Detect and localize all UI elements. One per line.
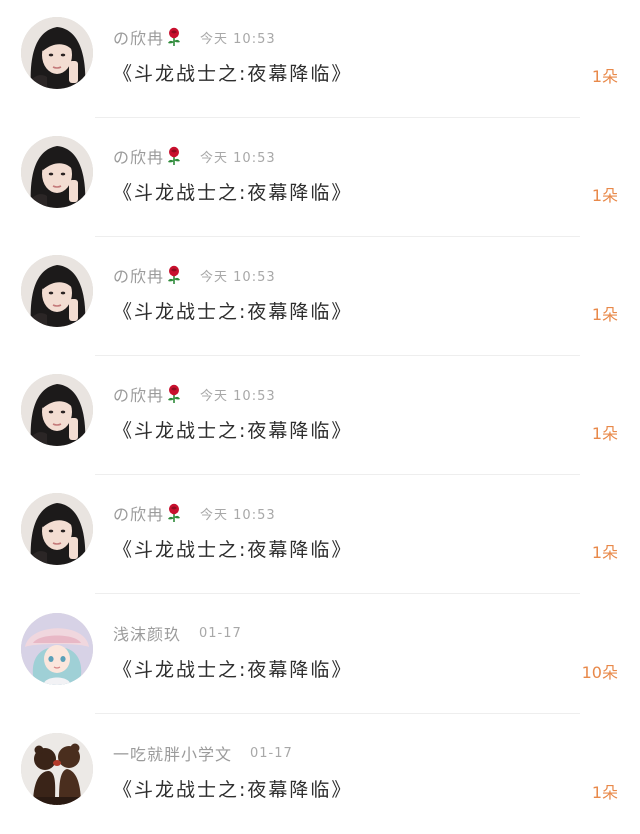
username[interactable]: の欣冉 — [113, 263, 164, 287]
message-text: 《斗龙战士之:夜幕降临》 — [113, 659, 353, 681]
row-divider — [95, 713, 580, 714]
list-item[interactable]: 一吃就胖小学文 01-17 《斗龙战士之:夜幕降临》 1朵 — [0, 716, 640, 834]
gift-count: 1朵 — [591, 186, 618, 205]
timestamp: 01-17 — [250, 745, 293, 761]
avatar[interactable] — [21, 733, 93, 805]
rose-icon — [166, 503, 182, 523]
gift-count: 1朵 — [591, 783, 618, 802]
list-item[interactable]: の欣冉 今天 10:53 《斗龙战士之:夜幕降临》 1朵 — [0, 357, 640, 475]
rose-icon — [166, 27, 182, 47]
row-divider — [95, 117, 580, 118]
avatar[interactable] — [21, 17, 93, 89]
row-meta: の欣冉 今天 10:53 — [113, 263, 276, 287]
rose-icon — [166, 265, 182, 285]
avatar[interactable] — [21, 255, 93, 327]
username[interactable]: の欣冉 — [113, 144, 164, 168]
gift-count: 1朵 — [591, 305, 618, 324]
message-text: 《斗龙战士之:夜幕降临》 — [113, 63, 353, 85]
message-text: 《斗龙战士之:夜幕降临》 — [113, 182, 353, 204]
avatar[interactable] — [21, 493, 93, 565]
rose-icon — [166, 384, 182, 404]
timestamp: 01-17 — [199, 625, 242, 641]
row-meta: の欣冉 今天 10:53 — [113, 144, 276, 168]
username[interactable]: の欣冉 — [113, 382, 164, 406]
row-divider — [95, 355, 580, 356]
girl-photo-avatar-image — [21, 17, 93, 89]
avatar[interactable] — [21, 136, 93, 208]
timestamp: 今天 10:53 — [200, 269, 276, 285]
username[interactable]: の欣冉 — [113, 501, 164, 525]
gift-record-list: の欣冉 今天 10:53 《斗龙战士之:夜幕降临》 1朵 の欣冉 今天 10:5… — [0, 0, 640, 832]
gift-count: 1朵 — [591, 543, 618, 562]
girl-photo-avatar-image — [21, 493, 93, 565]
anime-girl-avatar-image — [21, 613, 93, 685]
kissing-figurines-avatar-image — [21, 733, 93, 805]
message-text: 《斗龙战士之:夜幕降临》 — [113, 420, 353, 442]
list-item[interactable]: の欣冉 今天 10:53 《斗龙战士之:夜幕降临》 1朵 — [0, 238, 640, 356]
message-text: 《斗龙战士之:夜幕降临》 — [113, 539, 353, 561]
row-divider — [95, 236, 580, 237]
rose-icon — [166, 146, 182, 166]
username[interactable]: 浅沫颜玖 — [113, 621, 181, 645]
girl-photo-avatar-image — [21, 374, 93, 446]
girl-photo-avatar-image — [21, 255, 93, 327]
list-item[interactable]: 浅沫颜玖 01-17 《斗龙战士之:夜幕降临》 10朵 — [0, 596, 640, 714]
timestamp: 今天 10:53 — [200, 507, 276, 523]
username[interactable]: 一吃就胖小学文 — [113, 741, 232, 765]
username[interactable]: の欣冉 — [113, 25, 164, 49]
list-item[interactable]: の欣冉 今天 10:53 《斗龙战士之:夜幕降临》 1朵 — [0, 476, 640, 594]
message-text: 《斗龙战士之:夜幕降临》 — [113, 779, 353, 801]
message-text: 《斗龙战士之:夜幕降临》 — [113, 301, 353, 323]
row-divider — [95, 593, 580, 594]
gift-count: 1朵 — [591, 67, 618, 86]
gift-count: 10朵 — [581, 663, 618, 682]
row-meta: の欣冉 今天 10:53 — [113, 501, 276, 525]
row-meta: の欣冉 今天 10:53 — [113, 25, 276, 49]
avatar[interactable] — [21, 374, 93, 446]
row-meta: 浅沫颜玖 01-17 — [113, 621, 242, 645]
list-item[interactable]: の欣冉 今天 10:53 《斗龙战士之:夜幕降临》 1朵 — [0, 0, 640, 118]
timestamp: 今天 10:53 — [200, 31, 276, 47]
girl-photo-avatar-image — [21, 136, 93, 208]
row-meta: の欣冉 今天 10:53 — [113, 382, 276, 406]
timestamp: 今天 10:53 — [200, 150, 276, 166]
row-divider — [95, 474, 580, 475]
gift-count: 1朵 — [591, 424, 618, 443]
list-item[interactable]: の欣冉 今天 10:53 《斗龙战士之:夜幕降临》 1朵 — [0, 119, 640, 237]
avatar[interactable] — [21, 613, 93, 685]
row-meta: 一吃就胖小学文 01-17 — [113, 741, 293, 765]
timestamp: 今天 10:53 — [200, 388, 276, 404]
